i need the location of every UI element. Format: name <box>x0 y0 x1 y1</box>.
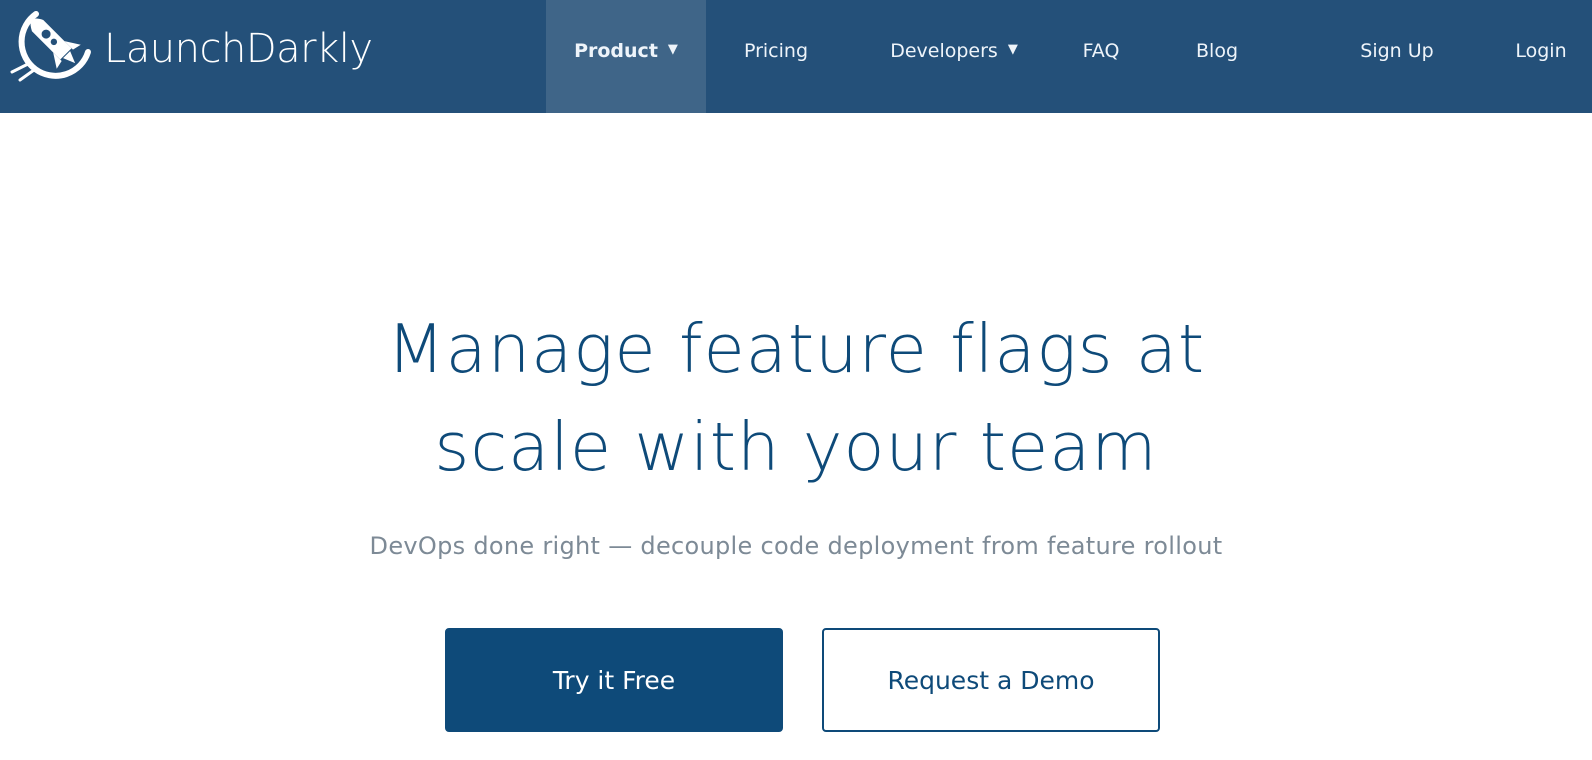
nav-sign-up-label: Sign Up <box>1360 39 1434 62</box>
nav-login-label: Login <box>1515 39 1567 62</box>
nav-sign-up[interactable]: Sign Up <box>1336 0 1458 113</box>
hero-title-line-2: scale with your team <box>434 408 1158 486</box>
nav-faq-label: FAQ <box>1082 39 1120 62</box>
nav-product[interactable]: Product ▼ <box>546 0 706 113</box>
hero-title: Manage feature flags at scale with your … <box>0 300 1592 496</box>
nav-blog[interactable]: Blog <box>1172 0 1262 113</box>
nav-developers-label: Developers <box>890 39 998 62</box>
nav-developers[interactable]: Developers ▼ <box>866 0 1042 113</box>
top-navbar: LaunchDarkly Product ▼ Pricing Developer… <box>0 0 1592 113</box>
nav-login[interactable]: Login <box>1496 0 1586 113</box>
nav-pricing-label: Pricing <box>743 39 809 62</box>
hero-title-line-1: Manage feature flags at <box>386 310 1206 388</box>
chevron-down-icon: ▼ <box>667 42 678 57</box>
rocket-icon <box>10 11 91 82</box>
hero-subtitle: DevOps done right — decouple code deploy… <box>369 532 1223 560</box>
brand-logo-link[interactable]: LaunchDarkly <box>6 8 373 88</box>
nav-faq[interactable]: FAQ <box>1056 0 1146 113</box>
nav-blog-label: Blog <box>1196 39 1238 62</box>
nav-pricing[interactable]: Pricing <box>706 0 846 113</box>
brand-name: LaunchDarkly <box>104 26 373 72</box>
request-demo-button[interactable]: Request a Demo <box>822 628 1160 732</box>
chevron-down-icon: ▼ <box>1007 42 1018 57</box>
try-it-free-button[interactable]: Try it Free <box>445 628 783 732</box>
nav-product-label: Product <box>574 39 658 62</box>
